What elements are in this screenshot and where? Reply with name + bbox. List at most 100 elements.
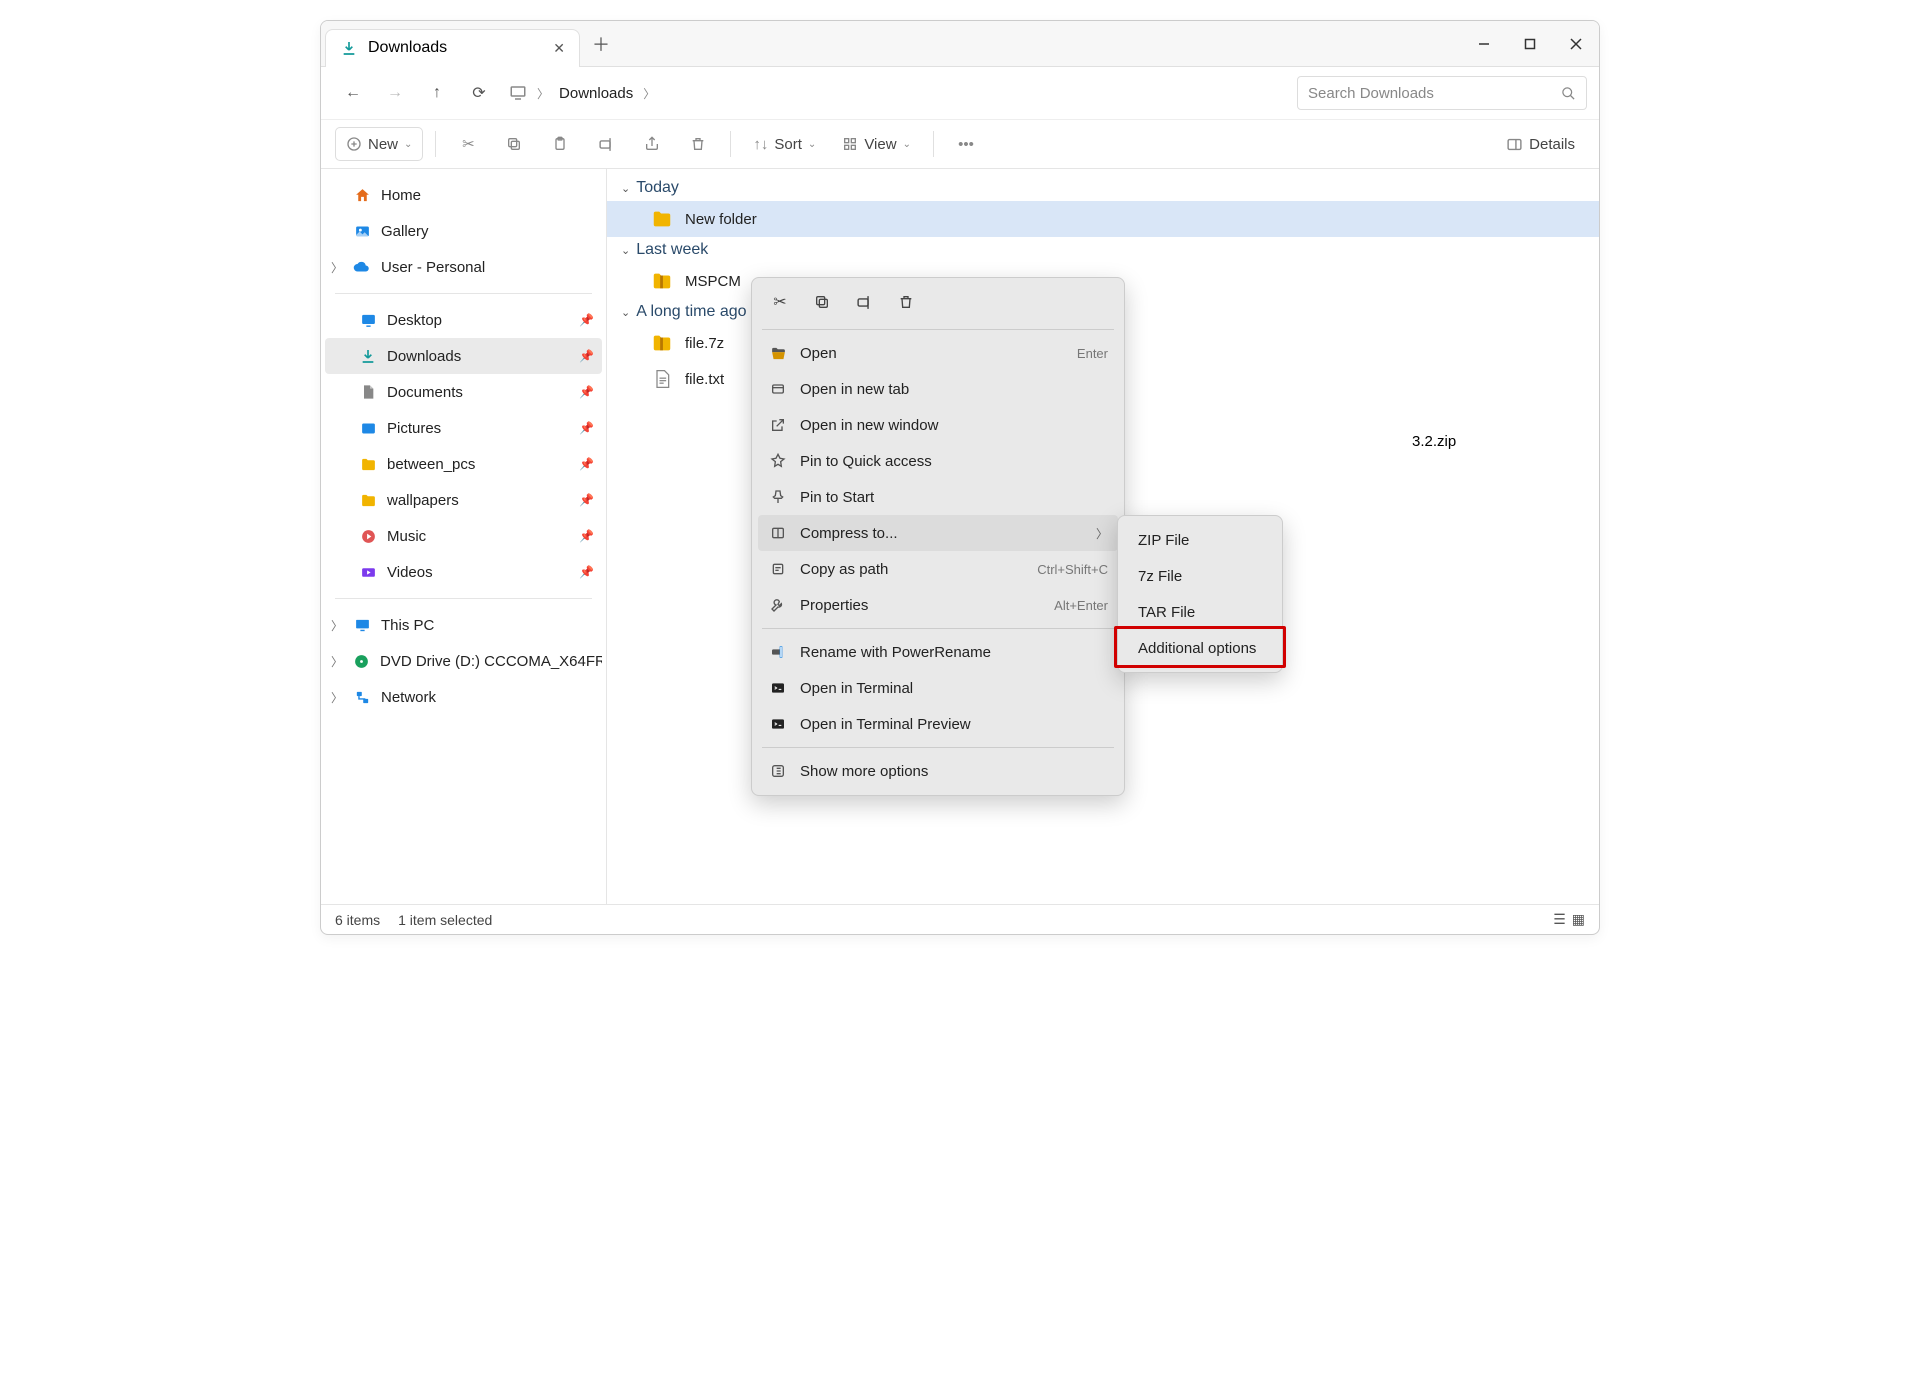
share-button[interactable] <box>632 127 672 161</box>
submenu-label: ZIP File <box>1138 532 1189 549</box>
text-file-icon <box>651 368 673 390</box>
sidebar-item-label: wallpapers <box>387 492 459 509</box>
pin-icon: 📌 <box>579 493 594 507</box>
ctx-rename-button[interactable] <box>850 288 878 316</box>
sidebar-wallpapers[interactable]: wallpapers 📌 <box>325 482 602 518</box>
sort-button[interactable]: ↑↓ Sort ⌄ <box>743 127 826 161</box>
sidebar-dvd-drive[interactable]: 〉 DVD Drive (D:) CCCOMA_X64FRE_EN <box>325 643 602 679</box>
copy-button[interactable] <box>494 127 534 161</box>
sidebar-downloads[interactable]: Downloads 📌 <box>325 338 602 374</box>
sidebar-gallery[interactable]: Gallery <box>325 213 602 249</box>
ctx-open-terminal[interactable]: Open in Terminal <box>758 670 1118 706</box>
ctx-copy-path[interactable]: Copy as path Ctrl+Shift+C <box>758 551 1118 587</box>
view-icon <box>842 136 858 152</box>
terminal-icon <box>768 680 788 696</box>
breadcrumb[interactable]: 〉 Downloads 〉 <box>509 84 1295 102</box>
submenu-label: Additional options <box>1138 640 1256 657</box>
sidebar-network[interactable]: 〉 Network <box>325 679 602 715</box>
pin-icon: 📌 <box>579 313 594 327</box>
close-window-button[interactable] <box>1553 21 1599 67</box>
back-button[interactable]: ← <box>333 75 373 111</box>
file-name: New folder <box>685 211 757 228</box>
forward-button[interactable]: → <box>375 75 415 111</box>
rename-button[interactable] <box>586 127 626 161</box>
maximize-button[interactable] <box>1507 21 1553 67</box>
sidebar-home[interactable]: Home <box>325 177 602 213</box>
disc-icon <box>353 652 370 670</box>
more-button[interactable]: ••• <box>946 127 986 161</box>
submenu-7z[interactable]: 7z File <box>1124 558 1276 594</box>
compress-submenu: ZIP File 7z File TAR File Additional opt… <box>1117 515 1283 673</box>
monitor-icon <box>509 84 527 102</box>
details-button[interactable]: Details <box>1496 127 1585 161</box>
divider <box>335 293 592 294</box>
cut-button[interactable]: ✂ <box>448 127 488 161</box>
copy-path-icon <box>768 561 788 577</box>
scissors-icon: ✂ <box>462 135 475 153</box>
file-name: file.7z <box>685 335 724 352</box>
file-new-folder[interactable]: New folder <box>607 201 1599 237</box>
ctx-compress[interactable]: Compress to... 〉 <box>758 515 1118 551</box>
terminal-icon <box>768 716 788 732</box>
compress-icon <box>768 525 788 541</box>
sidebar-music[interactable]: Music 📌 <box>325 518 602 554</box>
ctx-delete-button[interactable] <box>892 288 920 316</box>
sidebar-this-pc[interactable]: 〉 This PC <box>325 607 602 643</box>
pin-icon <box>768 489 788 505</box>
grid-view-button[interactable]: ▦ <box>1572 911 1585 928</box>
paste-button[interactable] <box>540 127 580 161</box>
chevron-down-icon: ⌄ <box>404 139 412 150</box>
up-button[interactable]: ↑ <box>417 75 457 111</box>
ctx-open-new-tab[interactable]: Open in new tab <box>758 371 1118 407</box>
tab-downloads[interactable]: Downloads ✕ <box>325 29 580 67</box>
context-menu: ✂ Open Enter Open in new tab Open in new… <box>751 277 1125 796</box>
close-tab-icon[interactable]: ✕ <box>553 40 565 57</box>
pin-icon: 📌 <box>579 349 594 363</box>
ctx-properties[interactable]: Properties Alt+Enter <box>758 587 1118 623</box>
new-button[interactable]: New ⌄ <box>335 127 423 161</box>
ctx-pin-start[interactable]: Pin to Start <box>758 479 1118 515</box>
sidebar-pictures[interactable]: Pictures 📌 <box>325 410 602 446</box>
ctx-show-more[interactable]: Show more options <box>758 753 1118 789</box>
chevron-down-icon: ⌄ <box>621 306 630 319</box>
list-view-button[interactable]: ☰ <box>1553 911 1566 928</box>
separator <box>730 131 731 157</box>
ctx-pin-quick[interactable]: Pin to Quick access <box>758 443 1118 479</box>
sidebar-user-personal[interactable]: 〉 User - Personal <box>325 249 602 285</box>
minimize-button[interactable] <box>1461 21 1507 67</box>
sidebar-item-label: Videos <box>387 564 433 581</box>
sidebar-documents[interactable]: Documents 📌 <box>325 374 602 410</box>
cloud-icon <box>353 258 371 276</box>
submenu-tar[interactable]: TAR File <box>1124 594 1276 630</box>
sidebar-between-pcs[interactable]: between_pcs 📌 <box>325 446 602 482</box>
ctx-open[interactable]: Open Enter <box>758 335 1118 371</box>
ctx-shortcut: Alt+Enter <box>1054 598 1108 613</box>
ctx-open-terminal-preview[interactable]: Open in Terminal Preview <box>758 706 1118 742</box>
ctx-cut-button[interactable]: ✂ <box>766 288 794 316</box>
ctx-shortcut: Ctrl+Shift+C <box>1037 562 1108 577</box>
breadcrumb-current[interactable]: Downloads <box>559 85 633 102</box>
ctx-power-rename[interactable]: Rename with PowerRename <box>758 634 1118 670</box>
group-header-today[interactable]: ⌄ Today <box>607 175 1599 201</box>
delete-button[interactable] <box>678 127 718 161</box>
ctx-open-new-window[interactable]: Open in new window <box>758 407 1118 443</box>
rename-icon <box>598 136 615 153</box>
separator <box>933 131 934 157</box>
copy-icon <box>506 136 522 152</box>
file-name: MSPCM <box>685 273 741 290</box>
group-header-last-week[interactable]: ⌄ Last week <box>607 237 1599 263</box>
sort-icon: ↑↓ <box>753 136 768 153</box>
sidebar-desktop[interactable]: Desktop 📌 <box>325 302 602 338</box>
external-icon <box>768 417 788 433</box>
divider <box>335 598 592 599</box>
refresh-button[interactable]: ⟳ <box>459 75 499 111</box>
ctx-label: Open in new tab <box>800 381 909 398</box>
submenu-zip[interactable]: ZIP File <box>1124 522 1276 558</box>
search-input[interactable]: Search Downloads <box>1297 76 1587 110</box>
view-button[interactable]: View ⌄ <box>832 127 921 161</box>
chevron-right-icon: 〉 <box>331 653 343 670</box>
ctx-copy-button[interactable] <box>808 288 836 316</box>
sidebar-videos[interactable]: Videos 📌 <box>325 554 602 590</box>
new-tab-button[interactable]: ＋ <box>592 31 610 57</box>
submenu-additional-options[interactable]: Additional options <box>1124 630 1276 666</box>
